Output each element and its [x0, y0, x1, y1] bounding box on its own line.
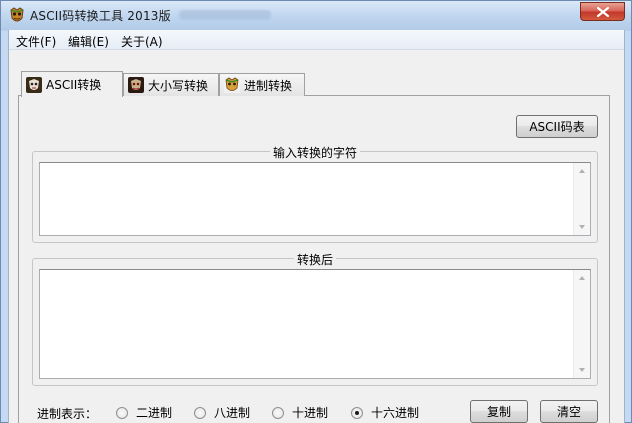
input-group-label: 输入转换的字符 — [269, 144, 361, 161]
tab-case-label: 大小写转换 — [148, 78, 209, 93]
output-group-label: 转换后 — [293, 251, 337, 268]
radio-hex-label: 十六进制 — [371, 406, 420, 420]
title-blur — [179, 10, 271, 20]
radio-hex[interactable]: 十六进制 — [351, 404, 419, 421]
tab-ascii[interactable]: ASCII转换 — [21, 71, 123, 97]
radio-decimal[interactable]: 十进制 — [272, 404, 328, 421]
tab-base[interactable]: 进制转换 — [219, 73, 305, 96]
output-textarea[interactable] — [39, 269, 591, 379]
mask-icon-gold — [224, 77, 240, 93]
copy-button[interactable]: 复制 — [470, 400, 528, 423]
radio-decimal-label: 十进制 — [292, 406, 329, 420]
radio-dot-checked — [351, 406, 363, 419]
mask-icon-dark — [26, 76, 42, 93]
menu-about[interactable]: 关于(A) — [121, 33, 163, 50]
title-bar[interactable]: ASCII码转换工具 2013版 — [1, 1, 631, 30]
tab-base-label: 进制转换 — [244, 78, 293, 93]
radio-binary[interactable]: 二进制 — [116, 404, 172, 421]
app-window: ASCII码转换工具 2013版 文件(F) 编辑(E) 关于(A) ASCII… — [0, 0, 632, 423]
input-group: 输入转换的字符 — [32, 144, 598, 243]
menu-bar: 文件(F) 编辑(E) 关于(A) — [9, 30, 624, 50]
tab-case[interactable]: 大小写转换 — [123, 73, 219, 96]
radio-octal[interactable]: 八进制 — [194, 404, 250, 421]
close-x-icon — [596, 6, 609, 17]
menu-edit[interactable]: 编辑(E) — [68, 33, 109, 50]
menu-file[interactable]: 文件(F) — [16, 33, 56, 50]
close-button[interactable] — [580, 2, 625, 21]
scroll-up-arrow-icon[interactable] — [579, 276, 585, 280]
app-mask-icon — [10, 7, 24, 22]
scroll-up-arrow-icon[interactable] — [579, 169, 585, 173]
output-scrollbar[interactable] — [573, 270, 590, 378]
radio-dot — [194, 406, 206, 419]
output-group: 转换后 — [32, 251, 598, 386]
scroll-down-arrow-icon[interactable] — [579, 225, 585, 229]
clear-button[interactable]: 清空 — [540, 400, 598, 423]
scroll-down-arrow-icon[interactable] — [579, 368, 585, 372]
mask-icon-red — [128, 77, 144, 93]
radio-binary-label: 二进制 — [136, 406, 173, 420]
input-scrollbar[interactable] — [573, 163, 590, 235]
radio-dot — [116, 406, 128, 419]
input-textarea[interactable] — [39, 162, 591, 236]
radio-dot — [272, 406, 284, 419]
ascii-table-button[interactable]: ASCII码表 — [516, 115, 598, 138]
radio-octal-label: 八进制 — [214, 406, 251, 420]
tab-ascii-label: ASCII转换 — [46, 78, 102, 92]
window-title: ASCII码转换工具 2013版 — [30, 9, 171, 23]
base-label: 进制表示： — [37, 407, 98, 421]
